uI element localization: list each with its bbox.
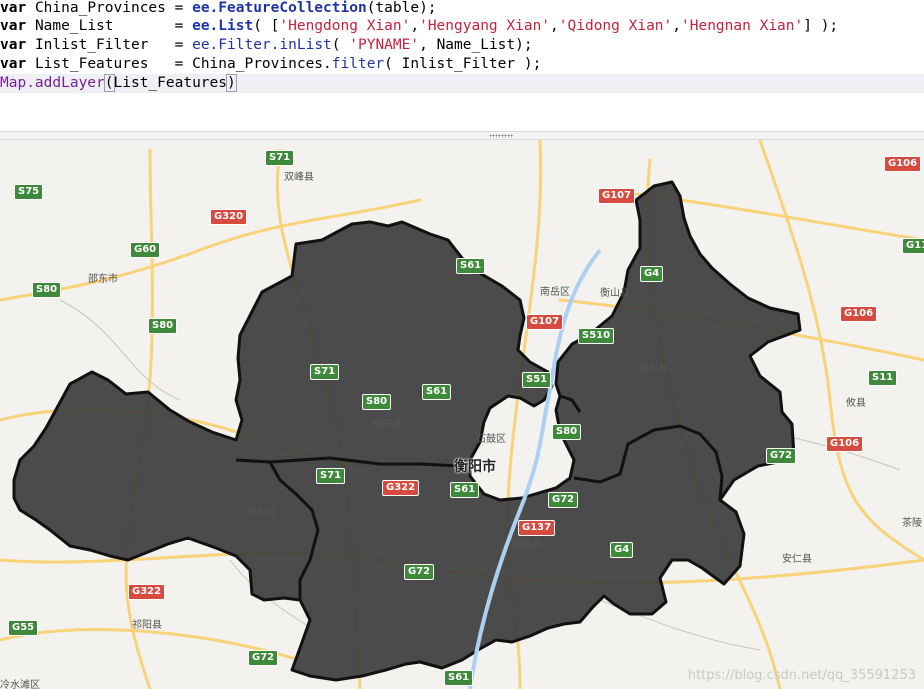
highway-shield: G107 — [526, 314, 564, 330]
place-label: 茶陵 — [902, 518, 922, 529]
close-paren: ) — [226, 74, 237, 92]
highway-shield: G11 — [902, 238, 924, 254]
code-line-4[interactable]: var List_Features = China_Provinces.filt… — [0, 55, 541, 74]
highway-shield: G107 — [598, 188, 636, 204]
place-label: 攸县 — [846, 398, 866, 409]
city-label: 衡阳市 — [454, 459, 496, 475]
open-paren: ( — [103, 74, 115, 92]
map-canvas — [0, 140, 924, 689]
highway-shield: S510 — [578, 328, 615, 344]
highway-shield: S11 — [868, 370, 898, 386]
highway-shield: S61 — [450, 482, 480, 498]
text-cursor — [235, 75, 237, 91]
highway-shield: S71 — [316, 468, 346, 484]
code-editor[interactable]: var China_Provinces = ee.FeatureCollecti… — [0, 0, 924, 131]
map-view[interactable]: 衡阳市 双峰县 邵东市 南岳区 衡山县 衡东县 攸县 衡阳县 石鼓区 祁东县 衡… — [0, 140, 924, 689]
place-label: 石鼓区 — [476, 434, 506, 445]
code-line-5[interactable]: Map.addLayer(List_Features) — [0, 74, 924, 93]
highway-shield: G320 — [210, 209, 248, 225]
highway-shield: G106 — [840, 306, 878, 322]
highway-shield: S80 — [32, 282, 62, 298]
highway-shield: S71 — [265, 150, 295, 166]
place-label: 祁阳县 — [132, 620, 162, 631]
highway-shield: G72 — [766, 448, 797, 464]
place-label: 衡山县 — [600, 288, 630, 299]
highway-shield: G4 — [640, 266, 664, 282]
highway-shield: G60 — [130, 242, 161, 258]
highway-shield: S75 — [14, 184, 44, 200]
place-label: 衡南县 — [512, 540, 542, 551]
place-label: 衡东县 — [638, 364, 668, 375]
splitter-grip-icon[interactable] — [489, 134, 513, 138]
place-label: 邵东市 — [88, 274, 118, 285]
code-line-2[interactable]: var Name_List = ee.List( ['Hengdong Xian… — [0, 17, 838, 36]
highway-shield: G322 — [128, 584, 166, 600]
highway-shield: S71 — [310, 364, 340, 380]
highway-shield: S80 — [362, 394, 392, 410]
place-label: 双峰县 — [284, 172, 314, 183]
highway-shield: S51 — [522, 372, 552, 388]
highway-shield: S61 — [444, 670, 474, 686]
place-label: 南岳区 — [540, 287, 570, 298]
highway-shield: G322 — [382, 480, 420, 496]
highway-shield: S61 — [422, 384, 452, 400]
place-label: 祁东县 — [246, 508, 276, 519]
highway-shield: G137 — [518, 520, 556, 536]
highway-shield: S80 — [552, 424, 582, 440]
code-line-1[interactable]: var China_Provinces = ee.FeatureCollecti… — [0, 0, 437, 18]
highway-shield: G72 — [248, 650, 279, 666]
watermark: https://blog.csdn.net/qq_35591253 — [687, 668, 916, 683]
place-label: 衡阳县 — [372, 420, 402, 431]
highway-shield: S61 — [456, 258, 486, 274]
place-label: 安仁县 — [782, 554, 812, 565]
highway-shield: G55 — [8, 620, 39, 636]
highway-shield: G106 — [884, 156, 922, 172]
highway-shield: G4 — [610, 542, 634, 558]
highway-shield: G72 — [404, 564, 435, 580]
code-line-3[interactable]: var Inlist_Filter = ee.Filter.inList( 'P… — [0, 36, 533, 55]
highway-shield: G72 — [548, 492, 579, 508]
panel-splitter[interactable] — [0, 131, 924, 140]
highway-shield: S80 — [148, 318, 178, 334]
highway-shield: G106 — [826, 436, 864, 452]
place-label: 冷水滩区 — [0, 680, 40, 689]
